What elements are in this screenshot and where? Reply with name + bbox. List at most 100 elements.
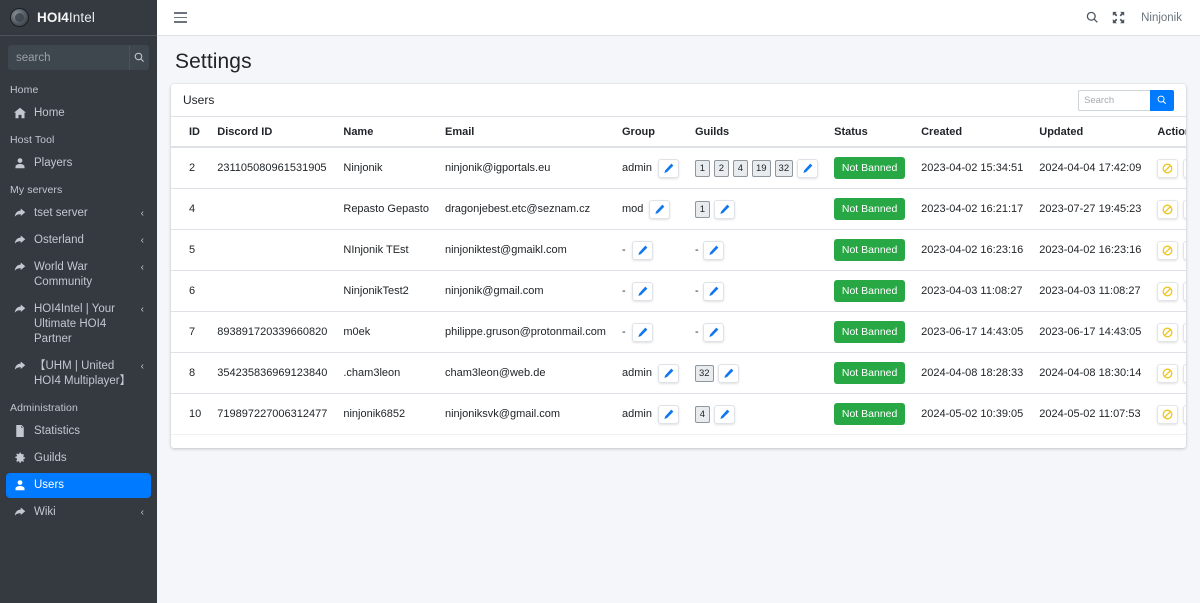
sidebar-search-button[interactable] <box>128 45 149 70</box>
pencil-icon <box>664 368 674 378</box>
users-table-search[interactable] <box>1078 89 1174 111</box>
search-icon <box>134 52 144 62</box>
sidebar-item-label: World War Community <box>34 261 93 288</box>
edit-button[interactable] <box>702 322 724 342</box>
edit-button[interactable] <box>649 199 671 219</box>
edit-button[interactable] <box>713 404 735 424</box>
sidebar-item-home[interactable]: Home <box>6 101 151 126</box>
chevron-left-icon: ‹ <box>140 262 144 273</box>
edit-button[interactable] <box>631 322 653 342</box>
guild-badge[interactable]: 2 <box>713 159 729 177</box>
column-header-discord-id[interactable]: Discord ID <box>209 117 336 148</box>
status-badge[interactable]: Not Banned <box>834 403 906 425</box>
ban-button[interactable] <box>1157 322 1179 342</box>
edit-button[interactable] <box>702 281 724 301</box>
sidebar-item-uhm-united-hoi4-multiplayer[interactable]: 【UHM | United HOI4 Multiplayer】 ‹ <box>6 354 151 394</box>
sidebar-item-statistics[interactable]: Statistics <box>6 419 151 444</box>
share-icon <box>14 208 26 217</box>
sidebar-item-tset-server[interactable]: tset server ‹ <box>6 201 151 226</box>
cell-actions <box>1149 270 1186 312</box>
ban-button[interactable] <box>1157 199 1179 219</box>
sidebar-search[interactable] <box>8 45 149 70</box>
sidebar-item-hoi4intel-your-ultimate-hoi4-partner[interactable]: HOI4Intel | Your Ultimate HOI4 Partner ‹ <box>6 297 151 352</box>
edit-button[interactable] <box>702 240 724 260</box>
users-search-button[interactable] <box>1150 89 1174 111</box>
column-header-name[interactable]: Name <box>335 117 437 148</box>
sidebar-item-world-war-community[interactable]: World War Community ‹ <box>6 255 151 295</box>
edit-button[interactable] <box>631 281 653 301</box>
ban-button[interactable] <box>1157 158 1179 178</box>
column-header-id[interactable]: ID <box>171 117 210 148</box>
ban-button[interactable] <box>1157 281 1179 301</box>
column-header-actions[interactable]: Actions <box>1149 117 1186 148</box>
sidebar-item-users[interactable]: Users <box>6 473 151 498</box>
cell-discord-id: 719897227006312477 <box>209 393 336 434</box>
group-value: - <box>621 326 626 338</box>
edit-button[interactable] <box>631 240 653 260</box>
edit-button[interactable] <box>713 199 735 219</box>
status-badge[interactable]: Not Banned <box>834 362 906 384</box>
table-row: 7 893891720339660820 m0ek philippe.gruson@p… <box>171 311 1186 353</box>
delete-button[interactable] <box>1183 363 1186 383</box>
edit-button[interactable] <box>797 158 819 178</box>
topbar-search-button[interactable] <box>1079 5 1105 31</box>
guild-badge[interactable]: 4 <box>732 159 748 177</box>
guild-badge[interactable]: 32 <box>694 364 714 382</box>
status-badge[interactable]: Not Banned <box>834 321 906 343</box>
share-icon <box>13 506 27 518</box>
table-row: 8 354235836969123840 .cham3leon cham3leon@w… <box>171 352 1186 394</box>
status-badge[interactable]: Not Banned <box>834 280 906 302</box>
sidebar-item-label: Osterland <box>34 234 84 246</box>
sidebar-item-players[interactable]: Players <box>6 151 151 176</box>
cell-group: admin <box>613 352 687 394</box>
edit-button[interactable] <box>657 404 679 424</box>
ban-button[interactable] <box>1157 240 1179 260</box>
delete-button[interactable] <box>1183 281 1186 301</box>
guild-badge[interactable]: 19 <box>751 159 771 177</box>
sidebar-item-label: Wiki <box>34 506 56 518</box>
delete-button[interactable] <box>1183 240 1186 260</box>
sidebar-item-guilds[interactable]: Guilds <box>6 446 151 471</box>
status-badge[interactable]: Not Banned <box>834 157 906 179</box>
sidebar-item-wiki[interactable]: Wiki ‹ <box>6 500 151 525</box>
edit-button[interactable] <box>717 363 739 383</box>
home-icon <box>13 107 27 119</box>
delete-button[interactable] <box>1183 404 1186 424</box>
guild-badge[interactable]: 32 <box>774 159 794 177</box>
column-header-updated[interactable]: Updated <box>1031 117 1150 148</box>
guild-badge[interactable]: 1 <box>694 159 710 177</box>
brand-title-light: Intel <box>68 10 95 25</box>
cell-name: Ninjonik <box>343 162 383 174</box>
sidebar-search-input[interactable] <box>8 45 129 70</box>
delete-button[interactable] <box>1183 158 1186 178</box>
ban-button[interactable] <box>1157 404 1179 424</box>
column-header-email[interactable]: Email <box>437 117 614 148</box>
pencil-icon <box>638 245 648 255</box>
column-header-status[interactable]: Status <box>826 117 914 148</box>
guild-badge[interactable]: 4 <box>694 405 710 423</box>
file-icon <box>16 425 24 437</box>
column-header-created[interactable]: Created <box>913 117 1032 148</box>
hamburger-icon[interactable] <box>171 9 190 26</box>
share-icon <box>14 304 26 313</box>
delete-button[interactable] <box>1183 322 1186 342</box>
ban-button[interactable] <box>1157 363 1179 383</box>
column-header-guilds[interactable]: Guilds <box>686 117 827 148</box>
group-value: admin <box>621 367 652 379</box>
topbar: Ninjonik <box>157 0 1200 36</box>
ban-icon <box>1162 163 1173 173</box>
topbar-username[interactable]: Ninjonik <box>1131 12 1188 24</box>
edit-button[interactable] <box>657 363 679 383</box>
status-badge[interactable]: Not Banned <box>834 239 906 261</box>
cell-email: ninjoniktest@gmaikl.com <box>437 229 614 271</box>
column-header-group[interactable]: Group <box>613 117 687 148</box>
delete-button[interactable] <box>1183 199 1186 219</box>
guild-badge[interactable]: 1 <box>694 200 710 218</box>
pencil-icon <box>709 327 719 337</box>
status-badge[interactable]: Not Banned <box>834 198 906 220</box>
fullscreen-button[interactable] <box>1105 5 1131 31</box>
edit-button[interactable] <box>657 158 679 178</box>
brand-header[interactable]: HOI4Intel <box>0 0 157 36</box>
sidebar-item-osterland[interactable]: Osterland ‹ <box>6 228 151 253</box>
users-search-input[interactable] <box>1078 89 1150 111</box>
